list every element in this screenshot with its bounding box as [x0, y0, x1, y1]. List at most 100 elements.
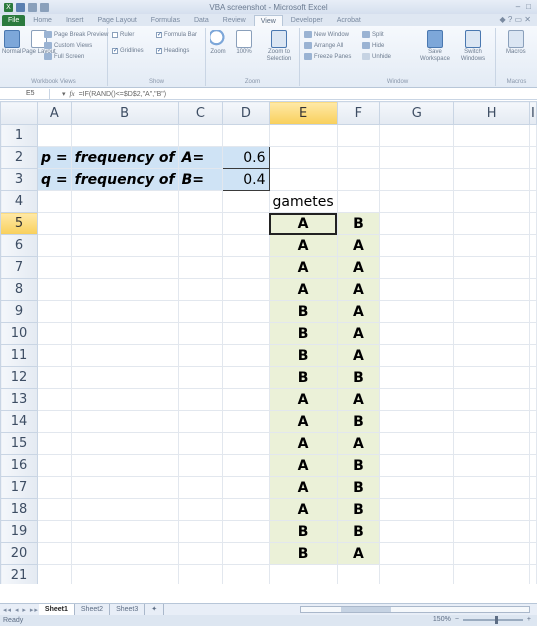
- cell-b4[interactable]: [70, 190, 179, 213]
- cell-f16[interactable]: B: [336, 454, 381, 477]
- cell-a8[interactable]: [37, 278, 72, 301]
- tab-home[interactable]: Home: [27, 15, 58, 26]
- cell-c6[interactable]: [177, 234, 224, 257]
- cell-c4[interactable]: [177, 190, 224, 213]
- cell-c21[interactable]: [177, 564, 224, 584]
- name-box-dropdown-icon[interactable]: ▾: [62, 90, 66, 98]
- cell-h20[interactable]: [453, 542, 530, 565]
- cell-i8[interactable]: [528, 278, 537, 301]
- cell-g16[interactable]: [379, 454, 455, 477]
- cell-i9[interactable]: [528, 300, 537, 323]
- redo-icon[interactable]: [40, 2, 49, 12]
- maximize-button[interactable]: □: [526, 2, 531, 11]
- cell-c3[interactable]: B=: [177, 168, 224, 191]
- cell-a18[interactable]: [37, 498, 72, 521]
- cell-d6[interactable]: [222, 234, 270, 257]
- tab-view[interactable]: View: [253, 14, 283, 26]
- cell-f9[interactable]: A: [336, 300, 381, 323]
- cell-e4[interactable]: gametes: [268, 190, 338, 213]
- row-header-6[interactable]: 6: [0, 234, 39, 257]
- cell-a10[interactable]: [37, 322, 72, 345]
- cell-b18[interactable]: [70, 498, 179, 521]
- cell-e19[interactable]: B: [268, 520, 338, 543]
- cell-a13[interactable]: [37, 388, 72, 411]
- sheet-tab-sheet2[interactable]: Sheet2: [75, 604, 111, 615]
- tab-insert[interactable]: Insert: [60, 15, 90, 26]
- cell-b13[interactable]: [70, 388, 179, 411]
- zoom-100-button[interactable]: 100%: [236, 30, 252, 56]
- cell-a19[interactable]: [37, 520, 72, 543]
- cell-b1[interactable]: [70, 124, 179, 147]
- cell-g19[interactable]: [379, 520, 455, 543]
- cell-a11[interactable]: [37, 344, 72, 367]
- cell-f11[interactable]: A: [336, 344, 381, 367]
- row-header-11[interactable]: 11: [0, 344, 39, 367]
- cell-h4[interactable]: [453, 190, 530, 213]
- cell-c11[interactable]: [177, 344, 224, 367]
- cell-i20[interactable]: [528, 542, 537, 565]
- column-header-d[interactable]: D: [222, 101, 270, 125]
- cell-h17[interactable]: [453, 476, 530, 499]
- cell-a16[interactable]: [37, 454, 72, 477]
- cell-h10[interactable]: [453, 322, 530, 345]
- cell-d19[interactable]: [222, 520, 270, 543]
- cell-e12[interactable]: B: [268, 366, 338, 389]
- formula-bar-checkbox[interactable]: ✓ Formula Bar: [156, 32, 197, 38]
- cell-f2[interactable]: [336, 146, 381, 169]
- cell-g2[interactable]: [379, 146, 455, 169]
- cell-e10[interactable]: B: [268, 322, 338, 345]
- row-header-16[interactable]: 16: [0, 454, 39, 477]
- save-icon[interactable]: [16, 2, 25, 12]
- cell-e18[interactable]: A: [268, 498, 338, 521]
- cell-g15[interactable]: [379, 432, 455, 455]
- cell-d14[interactable]: [222, 410, 270, 433]
- cell-e21[interactable]: [268, 564, 338, 584]
- cell-b10[interactable]: [70, 322, 179, 345]
- cell-e13[interactable]: A: [268, 388, 338, 411]
- cell-i17[interactable]: [528, 476, 537, 499]
- cell-h9[interactable]: [453, 300, 530, 323]
- cell-b19[interactable]: [70, 520, 179, 543]
- cell-c8[interactable]: [177, 278, 224, 301]
- column-header-i[interactable]: I: [528, 101, 537, 125]
- cell-f1[interactable]: [336, 124, 381, 147]
- cell-d7[interactable]: [222, 256, 270, 279]
- cell-g9[interactable]: [379, 300, 455, 323]
- cell-f21[interactable]: [336, 564, 381, 584]
- horizontal-scroll-thumb[interactable]: [341, 607, 391, 612]
- row-header-10[interactable]: 10: [0, 322, 39, 345]
- cell-d18[interactable]: [222, 498, 270, 521]
- cell-b6[interactable]: [70, 234, 179, 257]
- cell-e20[interactable]: B: [268, 542, 338, 565]
- cell-b5[interactable]: [70, 212, 179, 235]
- cell-i16[interactable]: [528, 454, 537, 477]
- cell-e3[interactable]: [268, 168, 338, 191]
- help-icon[interactable]: ◆ ? ▭ ✕: [499, 15, 531, 24]
- cell-g5[interactable]: [379, 212, 455, 235]
- gridlines-checkbox[interactable]: ✓ Gridlines: [112, 48, 144, 54]
- tab-formulas[interactable]: Formulas: [145, 15, 186, 26]
- cell-h8[interactable]: [453, 278, 530, 301]
- cell-a15[interactable]: [37, 432, 72, 455]
- cell-b11[interactable]: [70, 344, 179, 367]
- cell-a4[interactable]: [37, 190, 72, 213]
- cell-a1[interactable]: [37, 124, 72, 147]
- cell-b14[interactable]: [70, 410, 179, 433]
- cell-g7[interactable]: [379, 256, 455, 279]
- cell-d1[interactable]: [222, 124, 270, 147]
- cell-b12[interactable]: [70, 366, 179, 389]
- macros-button[interactable]: Macros: [506, 30, 526, 56]
- cell-c1[interactable]: [177, 124, 224, 147]
- tab-file[interactable]: File: [2, 14, 26, 26]
- cell-g4[interactable]: [379, 190, 455, 213]
- undo-icon[interactable]: [28, 2, 37, 12]
- cell-e17[interactable]: A: [268, 476, 338, 499]
- tab-acrobat[interactable]: Acrobat: [331, 15, 367, 26]
- cell-e7[interactable]: A: [268, 256, 338, 279]
- save-workspace-button[interactable]: Save Workspace: [418, 30, 452, 63]
- zoom-button[interactable]: Zoom: [210, 30, 226, 56]
- cell-c13[interactable]: [177, 388, 224, 411]
- cell-h7[interactable]: [453, 256, 530, 279]
- cell-g10[interactable]: [379, 322, 455, 345]
- cell-f15[interactable]: A: [336, 432, 381, 455]
